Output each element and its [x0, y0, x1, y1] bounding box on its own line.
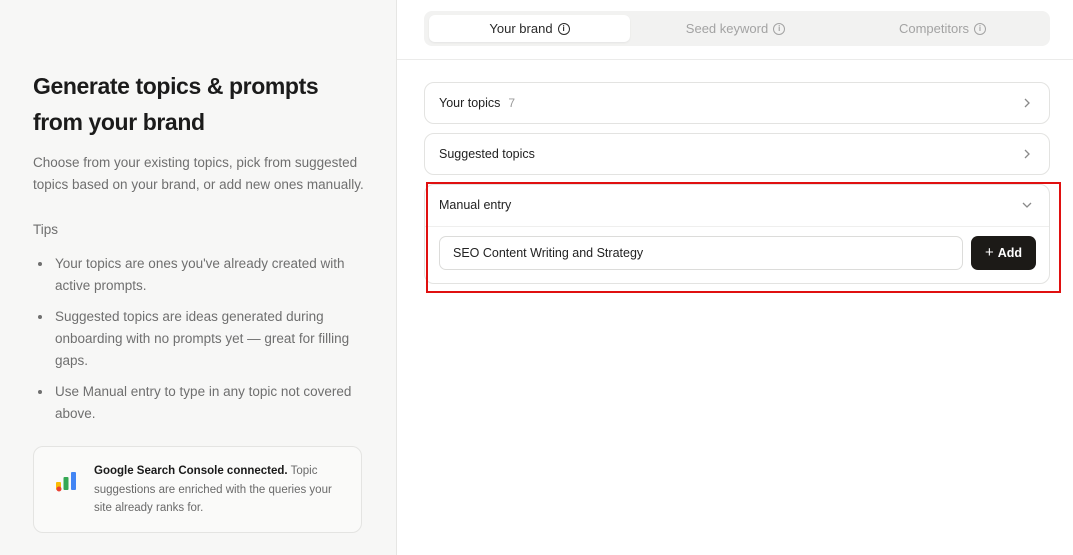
tab-competitors[interactable]: Competitors i — [842, 15, 1043, 42]
plus-icon: + — [984, 244, 994, 261]
chevron-down-icon — [1022, 202, 1032, 208]
manual-entry-section: Manual entry + Add — [424, 184, 1050, 284]
page-description: Choose from your existing topics, pick f… — [33, 155, 364, 192]
suggested-topics-label: Suggested topics — [439, 147, 535, 161]
left-panel: Generate topics & prompts from your bran… — [0, 0, 397, 555]
tips-list: Your topics are ones you've already crea… — [33, 253, 363, 434]
chevron-right-icon — [1024, 98, 1030, 108]
your-topics-count: 7 — [508, 96, 516, 110]
gsc-connected-card: Google Search Console connected. Topic s… — [33, 446, 362, 533]
bullet-icon — [38, 315, 42, 319]
tip-item: Your topics are ones you've already crea… — [33, 253, 363, 297]
your-topics-row[interactable]: Your topics 7 — [424, 82, 1050, 124]
your-topics-label: Your topics — [439, 96, 501, 110]
google-search-console-icon — [56, 472, 76, 492]
page-title: Generate topics & prompts from your bran… — [33, 73, 319, 135]
tab-seed-keyword[interactable]: Seed keyword i — [635, 15, 836, 42]
suggested-topics-row[interactable]: Suggested topics — [424, 133, 1050, 175]
source-tabs: Your brand i Seed keyword i Competitors … — [424, 11, 1050, 46]
add-topic-button[interactable]: + Add — [971, 236, 1036, 270]
tip-item: Use Manual entry to type in any topic no… — [33, 381, 363, 425]
header-divider — [397, 59, 1073, 60]
manual-topic-input[interactable] — [439, 236, 963, 270]
tab-your-brand[interactable]: Your brand i — [429, 15, 630, 42]
bullet-icon — [38, 262, 42, 266]
info-icon[interactable]: i — [557, 22, 570, 35]
tip-item: Suggested topics are ideas generated dur… — [33, 306, 363, 372]
gsc-message: Google Search Console connected. Topic s… — [94, 465, 332, 514]
info-icon[interactable]: i — [974, 22, 987, 35]
bullet-icon — [38, 390, 42, 394]
tips-title: Tips — [33, 222, 59, 237]
manual-entry-header[interactable]: Manual entry — [425, 185, 1049, 227]
manual-entry-label: Manual entry — [439, 198, 512, 212]
chevron-right-icon — [1024, 149, 1030, 159]
info-icon[interactable]: i — [773, 22, 786, 35]
